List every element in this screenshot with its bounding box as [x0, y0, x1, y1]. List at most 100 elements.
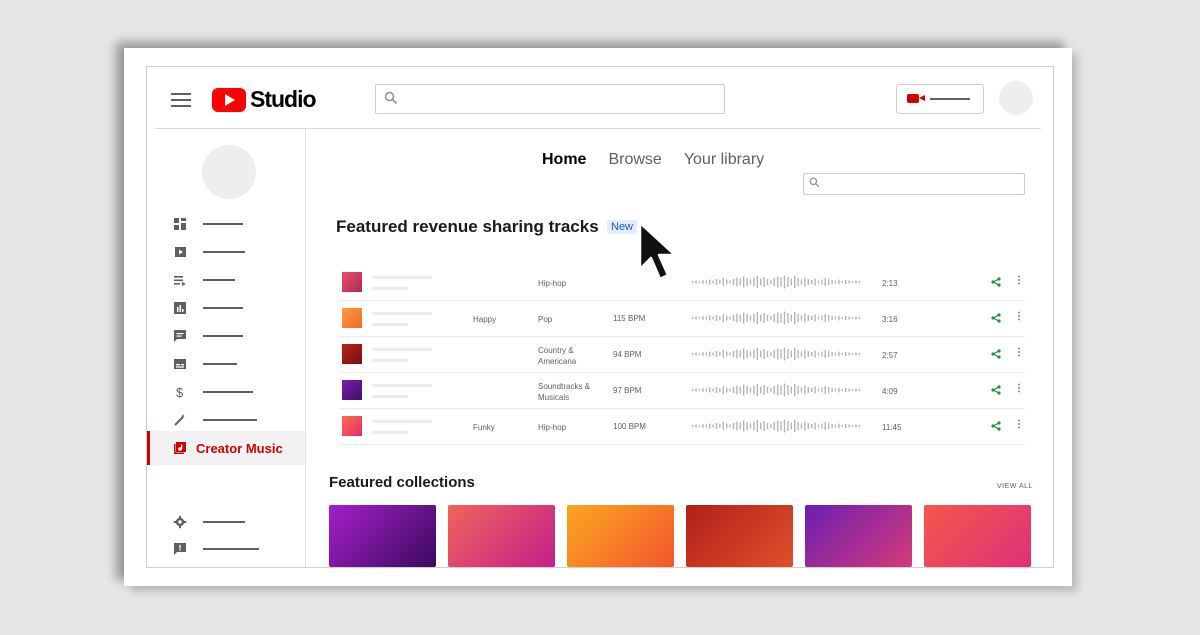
track-bpm: 97 BPM — [613, 386, 642, 395]
search-input[interactable] — [375, 84, 725, 114]
search-icon — [384, 91, 398, 105]
track-duration: 4:09 — [882, 387, 898, 396]
track-artist-placeholder — [372, 359, 408, 362]
collection-card[interactable] — [686, 505, 793, 567]
track-thumbnail[interactable] — [342, 416, 362, 436]
track-artist-placeholder — [372, 323, 408, 326]
collection-card[interactable] — [805, 505, 912, 567]
featured-collections-title: Featured collections — [329, 474, 475, 491]
track-duration: 3:16 — [882, 315, 898, 324]
svg-text:$: $ — [176, 385, 184, 399]
sidebar-item-comments[interactable] — [147, 323, 305, 349]
track-row[interactable]: Funky Hip-hop 100 BPM 11:45 ⋮ — [339, 409, 1025, 445]
revenue-share-icon[interactable] — [991, 313, 1001, 323]
revenue-share-icon[interactable] — [991, 385, 1001, 395]
sidebar-label-placeholder — [203, 363, 237, 365]
sidebar-item-content[interactable] — [147, 239, 305, 265]
sidebar-label-placeholder — [203, 279, 235, 281]
track-title-placeholder — [372, 276, 432, 279]
sidebar-item-earn[interactable]: $ — [147, 379, 305, 405]
track-row[interactable]: Happy Pop 115 BPM 3:16 ⋮ — [339, 301, 1025, 337]
collection-card[interactable] — [567, 505, 674, 567]
track-bpm: 94 BPM — [613, 350, 642, 359]
collection-card[interactable] — [924, 505, 1031, 567]
waveform-icon[interactable] — [692, 273, 864, 291]
menu-icon[interactable] — [171, 93, 191, 107]
track-thumbnail[interactable] — [342, 308, 362, 328]
track-thumbnail[interactable] — [342, 380, 362, 400]
channel-avatar[interactable] — [202, 145, 256, 199]
track-genre: Pop — [538, 315, 553, 324]
studio-logo[interactable]: Studio — [212, 86, 317, 113]
sidebar-label-placeholder — [203, 251, 245, 253]
creator-music-icon — [174, 442, 186, 454]
feedback-icon — [174, 543, 186, 555]
sidebar-item-playlists[interactable] — [147, 267, 305, 293]
create-label-placeholder — [930, 98, 970, 100]
track-duration: 2:57 — [882, 351, 898, 360]
more-options-icon[interactable]: ⋮ — [1014, 419, 1024, 430]
track-genre: Hip-hop — [538, 423, 567, 432]
sidebar-item-dashboard[interactable] — [147, 211, 305, 237]
view-all-link[interactable]: VIEW ALL — [997, 483, 1033, 490]
playlists-icon — [174, 276, 186, 286]
create-video-icon — [907, 94, 925, 103]
collection-card[interactable] — [329, 505, 436, 567]
collection-card[interactable] — [448, 505, 555, 567]
track-duration: 2:13 — [882, 279, 898, 288]
sidebar-label-placeholder — [203, 548, 259, 550]
settings-icon — [173, 515, 187, 529]
sidebar-label-placeholder — [203, 419, 257, 421]
track-genre: Hip-hop — [538, 279, 567, 288]
track-thumbnail[interactable] — [342, 272, 362, 292]
studio-app: Studio $ Creator Music Home Browse Your … — [146, 66, 1054, 568]
more-options-icon[interactable]: ⋮ — [1014, 383, 1024, 394]
waveform-icon[interactable] — [692, 417, 864, 435]
more-options-icon[interactable]: ⋮ — [1014, 347, 1024, 358]
track-thumbnail[interactable] — [342, 344, 362, 364]
tab-browse[interactable]: Browse — [608, 151, 661, 169]
track-row[interactable]: Soundtracks & Musicals 97 BPM 4:09 ⋮ — [339, 373, 1025, 409]
waveform-icon[interactable] — [692, 309, 864, 327]
more-options-icon[interactable]: ⋮ — [1014, 311, 1024, 322]
youtube-logo-icon — [212, 87, 246, 112]
track-artist-placeholder — [372, 431, 408, 434]
create-button[interactable] — [896, 84, 984, 114]
more-options-icon[interactable]: ⋮ — [1014, 275, 1024, 286]
music-search-input[interactable] — [803, 173, 1025, 195]
sidebar-item-settings[interactable] — [147, 509, 305, 535]
tab-home[interactable]: Home — [542, 151, 586, 169]
sidebar-label-placeholder — [203, 307, 243, 309]
track-artist-placeholder — [372, 395, 408, 398]
waveform-icon[interactable] — [692, 345, 864, 363]
track-row[interactable]: Country & Americana 94 BPM 2:57 ⋮ — [339, 337, 1025, 373]
tab-your-library[interactable]: Your library — [684, 151, 764, 169]
sidebar-item-subtitles[interactable] — [147, 351, 305, 377]
earn-icon: $ — [176, 385, 184, 399]
revenue-share-icon[interactable] — [991, 421, 1001, 431]
account-avatar[interactable] — [999, 81, 1033, 115]
sidebar-label-placeholder — [203, 391, 253, 393]
sidebar-label-placeholder — [203, 521, 245, 523]
new-badge: New — [607, 220, 638, 234]
sidebar-label-placeholder — [203, 223, 243, 225]
sidebar: $ Creator Music — [147, 129, 306, 567]
featured-tracks-title: Featured revenue sharing tracks — [336, 217, 599, 236]
collections-row — [329, 505, 1031, 567]
sidebar-item-creator-music[interactable]: Creator Music — [147, 431, 305, 465]
sidebar-item-analytics[interactable] — [147, 295, 305, 321]
revenue-share-icon[interactable] — [991, 349, 1001, 359]
content-icon — [175, 247, 186, 257]
track-list: Hip-hop 2:13 ⋮ Happy Pop 115 BPM 3:16 ⋮ … — [339, 265, 1025, 445]
sidebar-item-customization[interactable] — [147, 407, 305, 433]
logo-text: Studio — [250, 86, 317, 112]
sidebar-item-feedback[interactable] — [147, 536, 305, 562]
track-bpm: 100 BPM — [613, 422, 646, 431]
track-title-placeholder — [372, 384, 432, 387]
customization-icon — [174, 414, 186, 426]
waveform-icon[interactable] — [692, 381, 864, 399]
subtitles-icon — [174, 359, 186, 369]
sidebar-item-label: Creator Music — [196, 441, 283, 456]
revenue-share-icon[interactable] — [991, 277, 1001, 287]
dashboard-icon — [174, 218, 186, 230]
